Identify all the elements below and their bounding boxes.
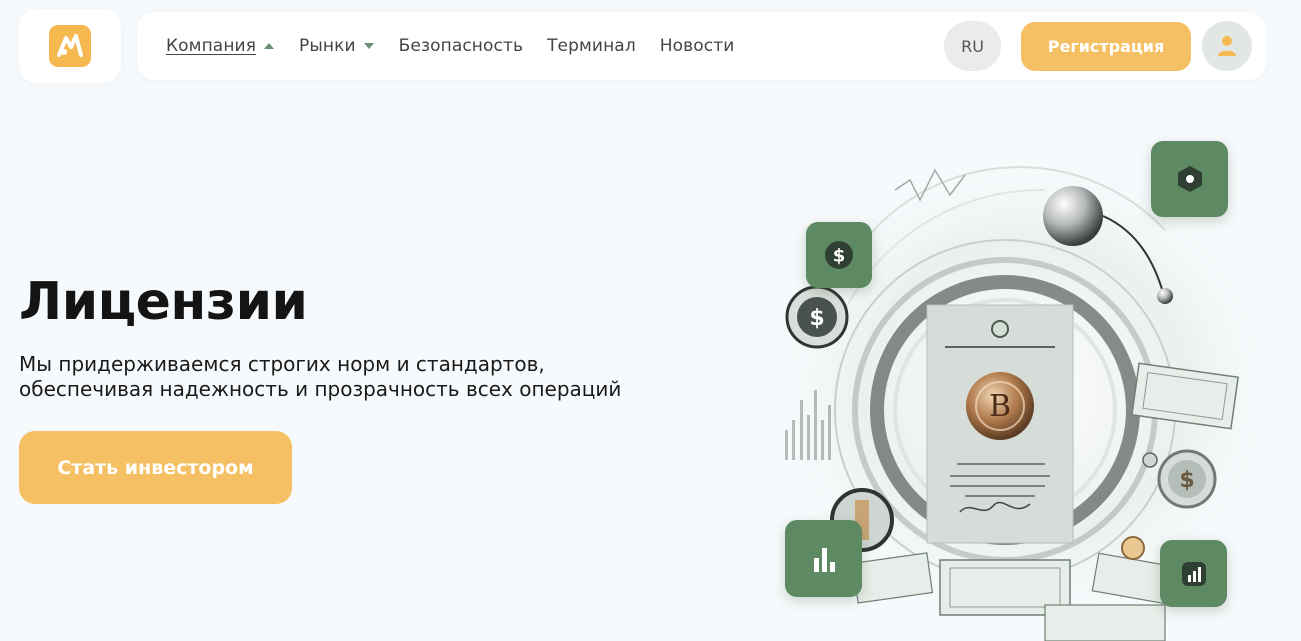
coin-symbol-left: $ <box>809 306 824 331</box>
language-button[interactable]: RU <box>944 21 1001 71</box>
dollar-tile-symbol: $ <box>833 246 846 267</box>
dollar-tile: $ <box>806 222 872 288</box>
nav-item-terminal-label: Терминал <box>547 36 636 56</box>
chart-icon <box>1181 561 1206 586</box>
nav-item-terminal[interactable]: Терминал <box>547 36 636 56</box>
nav-item-company[interactable]: Компания <box>166 36 275 56</box>
caret-down-icon <box>363 42 375 50</box>
nav-item-news-label: Новости <box>659 36 735 56</box>
hero-subtitle-line-2: обеспечивая надежность и прозрачность вс… <box>19 377 622 401</box>
nav-item-security[interactable]: Безопасность <box>399 36 523 56</box>
nav-item-markets-label: Рынки <box>299 36 356 56</box>
register-button[interactable]: Регистрация <box>1021 22 1191 71</box>
coin-symbol-right: $ <box>1179 468 1194 493</box>
nav-item-markets[interactable]: Рынки <box>299 36 375 56</box>
logo-icon <box>49 25 91 67</box>
hero-illustration: B $ $ $ <box>745 120 1301 641</box>
caret-up-icon <box>263 42 275 50</box>
bar-chart-tile <box>785 520 862 597</box>
hexagon-icon <box>1177 166 1202 192</box>
navbar: Компания Рынки Безопасность Терминал Нов… <box>137 12 1266 80</box>
dollar-icon: $ <box>825 241 853 269</box>
hexagon-tile <box>1151 141 1228 217</box>
user-icon <box>1218 36 1236 56</box>
hero-subtitle-line-1: Мы придерживаемся строгих норм и стандар… <box>19 352 545 376</box>
nav-item-news[interactable]: Новости <box>660 36 735 56</box>
logo-link[interactable] <box>19 9 121 83</box>
bar-chart-icon <box>813 547 835 572</box>
nav-item-security-label: Безопасность <box>398 36 524 56</box>
seal-letter: B <box>989 389 1011 424</box>
page-title: Лицензии <box>19 272 308 332</box>
become-investor-button[interactable]: Стать инвестором <box>19 431 292 504</box>
nav-item-company-label: Компания <box>166 36 257 56</box>
nav-links: Компания Рынки Безопасность Терминал Нов… <box>166 12 758 80</box>
user-avatar-button[interactable] <box>1202 21 1252 71</box>
chart-tile <box>1160 540 1227 607</box>
hero-subtitle: Мы придерживаемся строгих норм и стандар… <box>19 352 719 402</box>
